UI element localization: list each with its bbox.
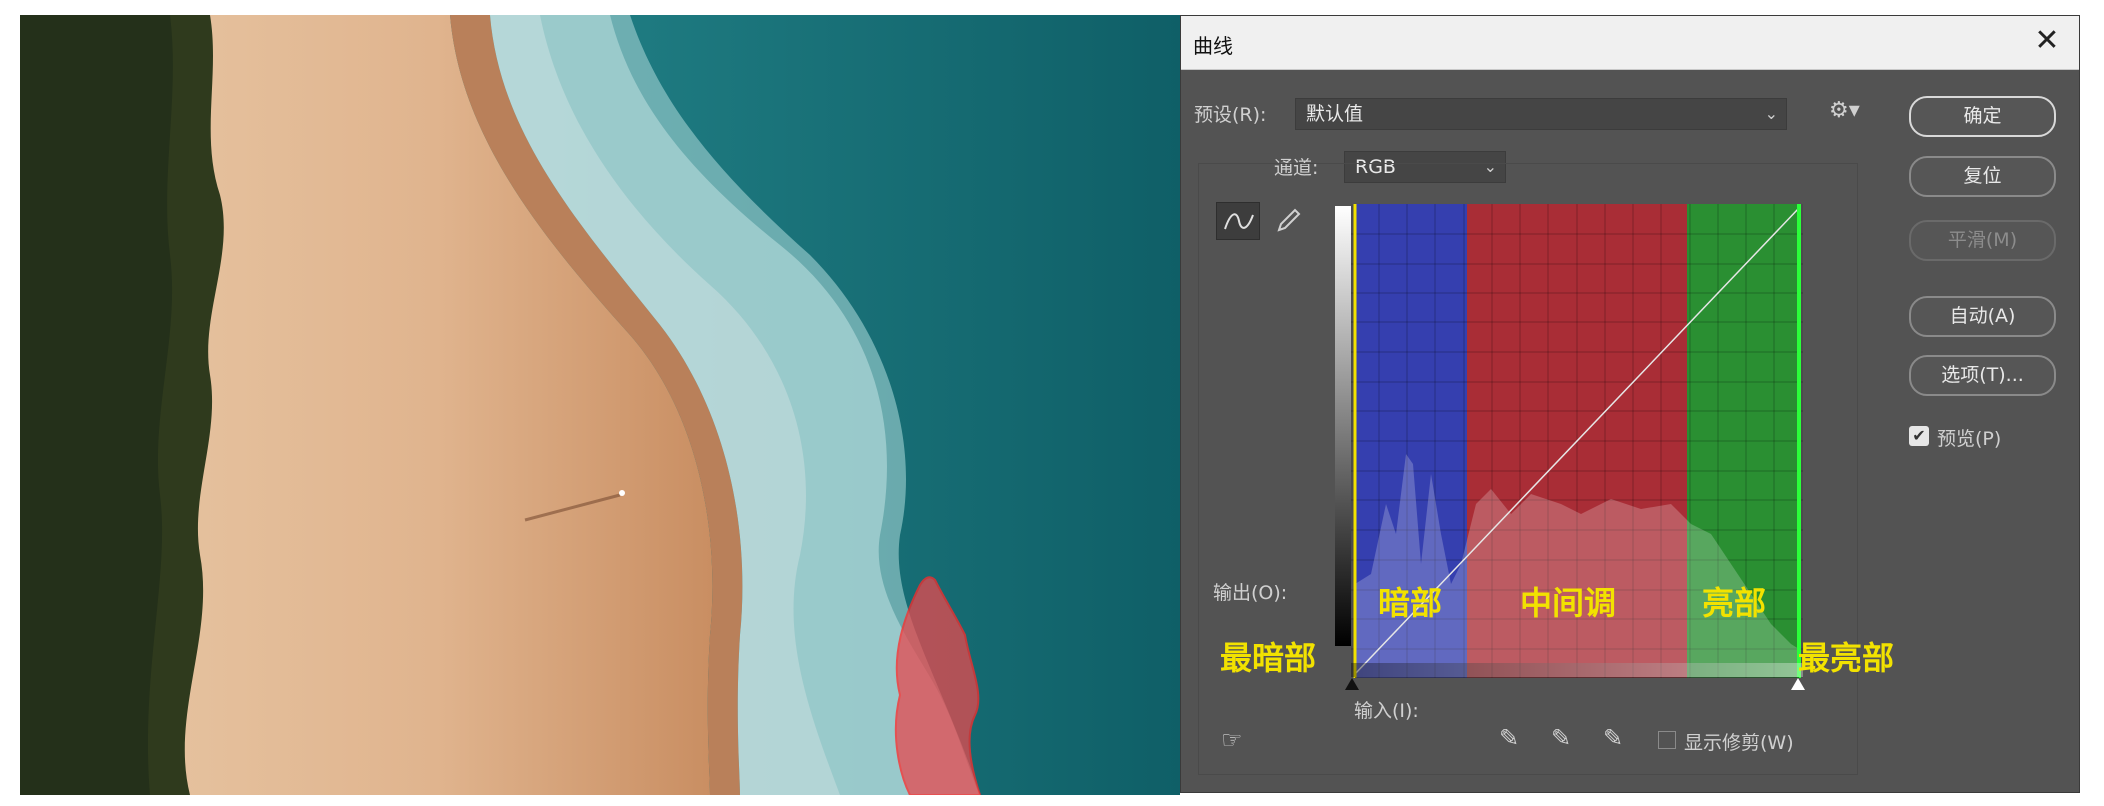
annotation-shadows: 暗部 bbox=[1378, 584, 1443, 622]
output-gradient-bar bbox=[1335, 206, 1351, 646]
annotation-brightest: 最亮部 bbox=[1798, 639, 1895, 677]
dialog-title: 曲线 bbox=[1193, 34, 1233, 58]
input-gradient-bar bbox=[1351, 663, 1803, 677]
input-label: 输入(I): bbox=[1354, 700, 1419, 722]
output-label: 输出(O): bbox=[1213, 582, 1288, 604]
preset-label: 预设(R): bbox=[1194, 104, 1267, 126]
preset-value: 默认值 bbox=[1306, 103, 1364, 125]
chevron-down-icon: ⌄ bbox=[1764, 104, 1778, 123]
gray-eyedropper-icon[interactable]: ✎ bbox=[1551, 724, 1571, 752]
options-button[interactable]: 选项(T)... bbox=[1909, 355, 2056, 396]
ok-button[interactable]: 确定 bbox=[1909, 96, 2056, 137]
beach-photo bbox=[20, 15, 1180, 795]
black-eyedropper-icon[interactable]: ✎ bbox=[1499, 724, 1519, 752]
annotation-highlights: 亮部 bbox=[1702, 584, 1767, 622]
reset-button[interactable]: 复位 bbox=[1909, 156, 2056, 197]
preview-label: 预览(P) bbox=[1937, 428, 2002, 450]
curve-tool-icon[interactable] bbox=[1216, 202, 1260, 240]
preset-select[interactable]: 默认值 ⌄ bbox=[1295, 98, 1787, 130]
pencil-icon[interactable] bbox=[1271, 204, 1305, 238]
close-icon[interactable]: ✕ bbox=[2031, 25, 2063, 57]
dialog-titlebar: 曲线 ✕ bbox=[1181, 16, 2079, 70]
white-point-slider[interactable] bbox=[1791, 678, 1805, 690]
smooth-button[interactable]: 平滑(M) bbox=[1909, 220, 2056, 261]
black-point-slider[interactable] bbox=[1345, 678, 1359, 690]
annotation-darkest: 最暗部 bbox=[1220, 639, 1317, 677]
gear-icon[interactable]: ⚙▾ bbox=[1829, 98, 1860, 123]
show-clipping-label: 显示修剪(W) bbox=[1684, 732, 1794, 754]
hand-adjust-icon[interactable]: ☞ bbox=[1221, 726, 1243, 754]
show-clipping-checkbox[interactable] bbox=[1658, 731, 1676, 749]
annotation-midtones: 中间调 bbox=[1520, 584, 1617, 622]
white-eyedropper-icon[interactable]: ✎ bbox=[1603, 724, 1623, 752]
auto-button[interactable]: 自动(A) bbox=[1909, 296, 2056, 337]
preview-checkbox[interactable]: ✔ bbox=[1909, 426, 1929, 446]
